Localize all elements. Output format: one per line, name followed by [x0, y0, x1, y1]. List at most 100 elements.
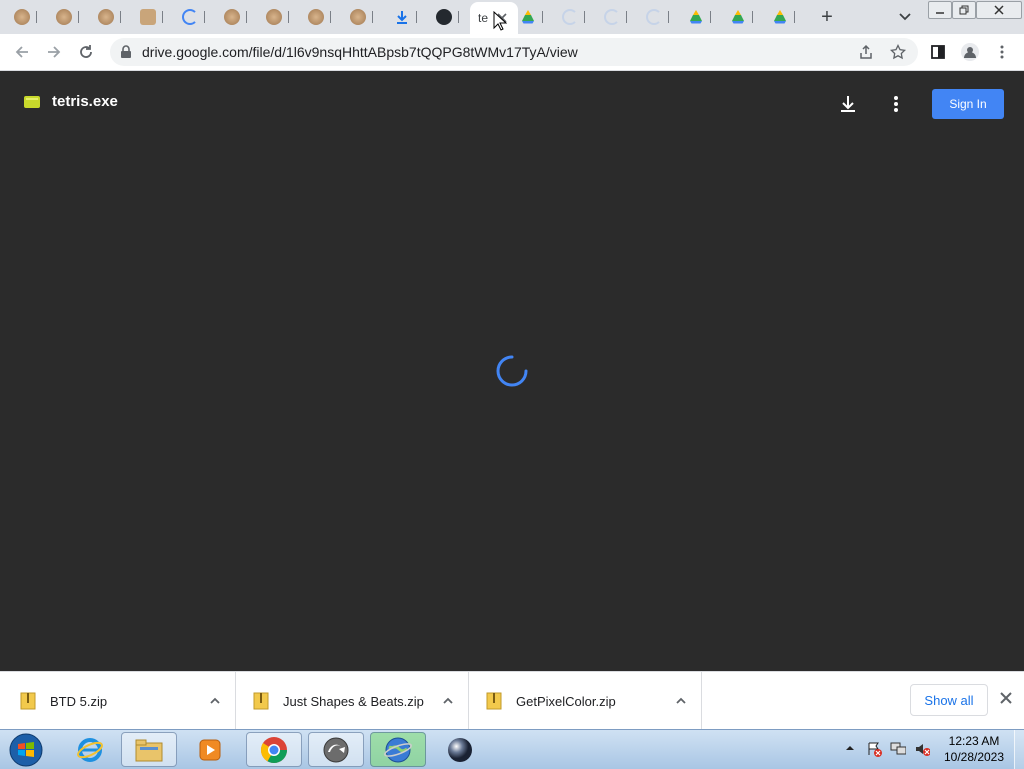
zip-file-icon — [20, 692, 36, 710]
app-icon — [323, 737, 349, 762]
file-viewer: tetris.exe Sign In — [0, 71, 1024, 671]
reload-button[interactable] — [74, 40, 98, 64]
taskbar-file-explorer[interactable] — [121, 732, 177, 767]
sign-in-button[interactable]: Sign In — [932, 89, 1004, 119]
show-desktop-button[interactable] — [1014, 730, 1024, 769]
cookie-icon — [98, 9, 114, 25]
start-button[interactable] — [6, 731, 46, 769]
side-panel-button[interactable] — [926, 40, 950, 64]
arrow-left-icon — [15, 46, 28, 58]
taskbar-internet-explorer[interactable] — [62, 732, 118, 767]
more-vertical-icon — [1000, 45, 1004, 59]
mouse-cursor-icon — [493, 11, 507, 31]
forward-button[interactable] — [42, 40, 66, 64]
cookie-icon — [308, 9, 324, 25]
tab[interactable] — [14, 5, 37, 29]
tab[interactable] — [520, 5, 543, 29]
tab[interactable] — [646, 5, 669, 29]
tab[interactable] — [688, 5, 711, 29]
tab[interactable] — [436, 5, 459, 29]
download-item[interactable]: Just Shapes & Beats.zip — [237, 672, 469, 730]
show-hidden-icons-icon[interactable] — [844, 741, 860, 757]
profile-button[interactable] — [958, 40, 982, 64]
loading-icon — [604, 9, 620, 25]
download-icon — [397, 11, 407, 24]
tab[interactable] — [730, 5, 753, 29]
tab[interactable] — [350, 5, 373, 29]
cookie-icon — [14, 9, 30, 25]
arrow-right-icon — [48, 46, 61, 58]
more-actions-button[interactable] — [884, 92, 908, 116]
globe-icon — [384, 737, 412, 762]
show-all-button[interactable]: Show all — [910, 684, 988, 716]
zip-file-icon — [253, 692, 269, 710]
download-bar: BTD 5.zip Just Shapes & Beats.zip GetPix… — [0, 671, 1024, 730]
sphere-icon — [448, 737, 472, 762]
action-center-warning-icon[interactable] — [866, 741, 882, 757]
clock-time: 12:23 AM — [948, 734, 1000, 748]
hand-icon — [140, 9, 156, 25]
new-tab-button[interactable]: + — [816, 6, 838, 28]
taskbar-chrome[interactable] — [246, 732, 302, 767]
tab[interactable] — [182, 5, 205, 29]
taskbar-app[interactable] — [432, 732, 488, 767]
share-icon[interactable] — [858, 44, 874, 60]
windows-start-icon — [9, 733, 43, 767]
chevron-down-icon — [899, 13, 911, 21]
chrome-icon — [260, 736, 288, 763]
download-item[interactable]: BTD 5.zip — [4, 672, 236, 730]
restore-button[interactable] — [952, 1, 976, 19]
github-icon — [436, 9, 452, 25]
chevron-up-icon[interactable] — [442, 695, 454, 707]
chevron-up-icon[interactable] — [675, 695, 687, 707]
close-window-button[interactable] — [976, 1, 1022, 19]
google-drive-icon — [690, 10, 702, 24]
loading-icon — [562, 9, 578, 25]
tab[interactable] — [140, 5, 163, 29]
system-clock[interactable]: 12:23 AM 10/28/2023 — [938, 733, 1010, 765]
network-icon[interactable] — [890, 741, 906, 757]
taskbar: 12:23 AM 10/28/2023 — [0, 729, 1024, 769]
close-icon — [994, 5, 1004, 15]
download-item[interactable]: GetPixelColor.zip — [470, 672, 702, 730]
close-icon — [1000, 692, 1012, 704]
tab[interactable] — [266, 5, 289, 29]
folder-icon — [135, 739, 163, 761]
tab[interactable] — [308, 5, 331, 29]
lock-icon — [121, 45, 131, 58]
url-text: drive.google.com/file/d/1l6v9nsqHhttABps… — [142, 44, 578, 60]
tab-search-button[interactable] — [894, 6, 916, 28]
taskbar-media-player[interactable] — [182, 732, 238, 767]
minimize-button[interactable] — [928, 1, 952, 19]
reload-icon — [80, 45, 92, 58]
tab[interactable] — [224, 5, 247, 29]
download-file-name: GetPixelColor.zip — [516, 693, 616, 709]
download-button[interactable] — [836, 92, 860, 116]
cookie-icon — [224, 9, 240, 25]
tab[interactable] — [562, 5, 585, 29]
loading-icon — [646, 9, 662, 25]
browser-menu-button[interactable] — [990, 40, 1014, 64]
chevron-up-icon[interactable] — [209, 695, 221, 707]
taskbar-app[interactable] — [308, 732, 364, 767]
taskbar-app-active[interactable] — [370, 732, 426, 767]
address-bar[interactable]: drive.google.com/file/d/1l6v9nsqHhttABps… — [110, 38, 918, 66]
tab[interactable] — [394, 5, 417, 29]
minimize-icon — [936, 12, 944, 14]
back-button[interactable] — [10, 40, 34, 64]
media-player-icon — [199, 739, 221, 760]
google-drive-icon — [732, 10, 744, 24]
close-download-bar-button[interactable] — [996, 688, 1016, 708]
tab[interactable] — [772, 5, 795, 29]
google-drive-icon — [774, 10, 786, 24]
restore-icon — [959, 5, 969, 15]
cookie-icon — [56, 9, 72, 25]
side-panel-icon — [931, 45, 945, 59]
tab[interactable] — [98, 5, 121, 29]
tab-title: te — [478, 11, 489, 25]
tab[interactable] — [604, 5, 627, 29]
tab[interactable] — [56, 5, 79, 29]
volume-muted-icon[interactable] — [914, 741, 930, 757]
browser-toolbar: drive.google.com/file/d/1l6v9nsqHhttABps… — [0, 34, 1024, 71]
star-icon[interactable] — [890, 44, 906, 60]
